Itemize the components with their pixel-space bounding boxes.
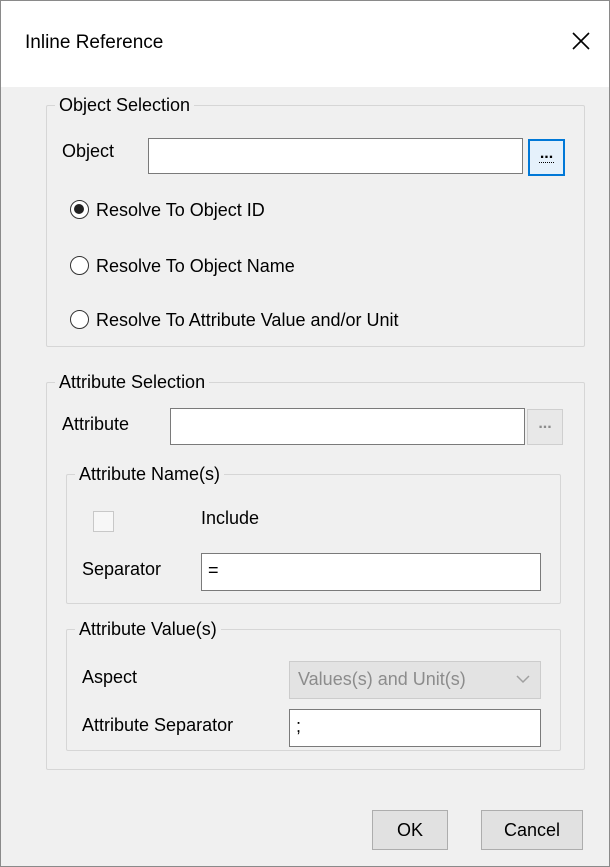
aspect-dropdown[interactable]: Values(s) and Unit(s) bbox=[289, 661, 541, 699]
include-checkbox[interactable] bbox=[93, 511, 114, 532]
ok-button[interactable]: OK bbox=[372, 810, 448, 850]
close-button[interactable] bbox=[561, 21, 601, 61]
dialog-window: Inline Reference Object Selection Object… bbox=[0, 0, 610, 867]
dialog-title: Inline Reference bbox=[25, 32, 164, 53]
attribute-names-legend: Attribute Name(s) bbox=[75, 462, 225, 486]
attribute-selection-legend: Attribute Selection bbox=[55, 370, 210, 394]
chevron-down-icon bbox=[516, 675, 530, 684]
attribute-browse-button[interactable]: ... bbox=[527, 409, 563, 445]
attribute-names-group: Attribute Name(s) Include Separator = bbox=[66, 462, 561, 604]
object-label: Object bbox=[62, 141, 115, 161]
object-input[interactable] bbox=[148, 138, 523, 174]
attribute-separator-label: Attribute Separator bbox=[82, 715, 234, 735]
attribute-values-group: Attribute Value(s) Aspect Values(s) and … bbox=[66, 617, 561, 751]
radio-button[interactable] bbox=[70, 256, 89, 275]
separator-label: Separator bbox=[82, 559, 162, 579]
aspect-label: Aspect bbox=[82, 667, 138, 687]
attribute-separator-input[interactable]: ; bbox=[289, 709, 541, 747]
attribute-label: Attribute bbox=[62, 414, 130, 434]
radio-label: Resolve To Object ID bbox=[96, 200, 265, 220]
attribute-selection-group: Attribute Selection Attribute ... Attrib… bbox=[46, 370, 585, 770]
title-bar: Inline Reference bbox=[1, 1, 609, 87]
radio-label: Resolve To Attribute Value and/or Unit bbox=[96, 310, 399, 330]
radio-label: Resolve To Object Name bbox=[96, 256, 295, 276]
object-selection-group: Object Selection Object ... Resolve To O… bbox=[46, 93, 585, 347]
cancel-button[interactable]: Cancel bbox=[481, 810, 583, 850]
include-label: Include bbox=[201, 508, 260, 528]
object-selection-legend: Object Selection bbox=[55, 93, 195, 117]
separator-input[interactable]: = bbox=[201, 553, 541, 591]
radio-button[interactable] bbox=[70, 310, 89, 329]
radio-button-checked[interactable] bbox=[70, 200, 89, 219]
attribute-values-legend: Attribute Value(s) bbox=[75, 617, 221, 641]
object-browse-button[interactable]: ... bbox=[528, 139, 565, 176]
close-icon bbox=[572, 32, 590, 50]
aspect-selected-value: Values(s) and Unit(s) bbox=[298, 669, 466, 689]
attribute-input[interactable] bbox=[170, 408, 525, 445]
